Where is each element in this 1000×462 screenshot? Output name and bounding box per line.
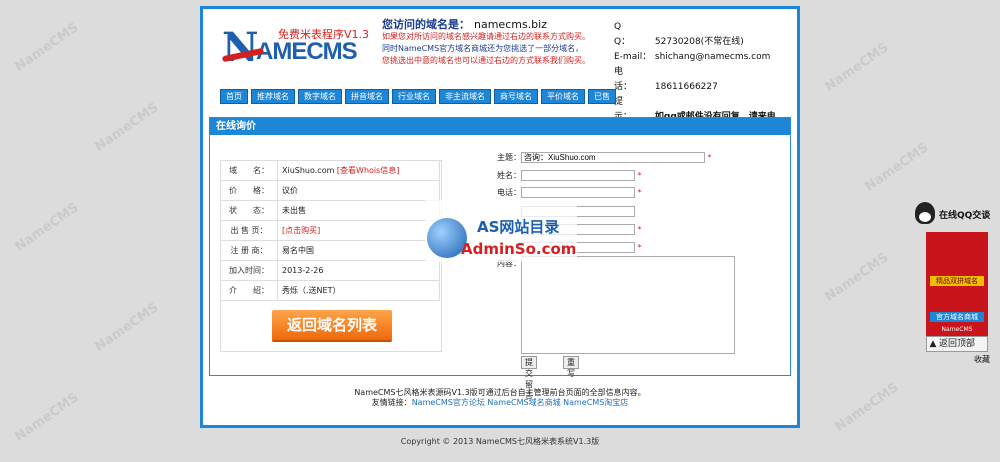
info-key: 出 售 页： [220, 220, 278, 241]
friend-link[interactable]: NameCMS域名商城 [487, 398, 560, 407]
back-to-top-label: 返回顶部 [939, 339, 976, 349]
contact-info: Q Q： 52730208(不常在线) E-mail： shichang@nam… [614, 20, 785, 125]
phone-input[interactable] [521, 187, 635, 198]
ad-label: 精品双拼域名 [930, 276, 984, 286]
info-value: 秀烁（.送NET） [277, 280, 440, 301]
info-value: 议价 [277, 180, 440, 201]
qq-chat-widget[interactable]: 在线QQ交谈 [915, 198, 995, 226]
table-row: 价 格： 议价 [220, 180, 440, 201]
watermark: NameCMS [12, 200, 82, 255]
panel-title: 在线询价 [210, 118, 790, 135]
contact-value: shichang@namecms.com [654, 52, 771, 62]
phone-label: 电话： [497, 188, 521, 197]
nav-item[interactable]: 已售 [588, 89, 616, 104]
table-row: 加入时间： 2013-2-26 [220, 260, 440, 281]
name-input[interactable] [521, 170, 635, 181]
info-key: 加入时间： [220, 260, 278, 281]
name-label: 姓名： [497, 171, 521, 180]
contact-key: 电 话： [614, 67, 642, 92]
ad-label: 官方域名商城 [930, 312, 984, 322]
side-ad[interactable]: 精品双拼域名 官方域名商城 NameCMS [926, 232, 988, 336]
subject-label: 主题： [497, 153, 521, 162]
table-row: 域 名： XiuShuo.com [查看Whois信息] [220, 160, 440, 181]
info-value: 2013-2-26 [277, 260, 440, 281]
watermark: NameCMS [92, 100, 162, 155]
info-key: 域 名： [220, 160, 278, 181]
content-textarea[interactable] [521, 256, 735, 354]
logo-letter: N [222, 24, 259, 71]
contact-value: 18611666227 [654, 82, 718, 92]
reset-button[interactable]: 重写 [563, 356, 579, 378]
watermark: NameCMS [12, 20, 82, 75]
adminso-overlay[interactable]: AS网站目录 AdminSo.com [425, 200, 577, 262]
info-value: XiuShuo.com [282, 166, 335, 175]
table-row: 介 绍： 秀烁（.送NET） [220, 280, 440, 301]
nav-item[interactable]: 推荐域名 [251, 89, 295, 104]
buy-link[interactable]: [点击购买] [282, 226, 320, 235]
favorite-link[interactable]: 收藏 [974, 354, 990, 365]
nav-item[interactable]: 数字域名 [298, 89, 342, 104]
nav-item[interactable]: 非主流域名 [439, 89, 491, 104]
intro-label: 您访问的域名是： [382, 18, 470, 31]
adminso-title: AS网站目录 [477, 218, 560, 236]
penguin-icon [915, 202, 935, 224]
nav-item[interactable]: 平价域名 [541, 89, 585, 104]
watermark: NameCMS [862, 140, 932, 195]
watermark: NameCMS [832, 380, 902, 435]
info-key: 介 绍： [220, 280, 278, 301]
copyright: Copyright © 2013 NameCMS七风格米表系统V1.3版 [400, 437, 600, 446]
watermark: NameCMS [92, 300, 162, 355]
intro-line: 同时NameCMS官方域名商城还为您挑选了一部分域名， [382, 44, 584, 53]
intro-domain: namecms.biz [474, 18, 547, 31]
whois-link[interactable]: [查看Whois信息] [337, 166, 400, 175]
info-key: 注 册 商： [220, 240, 278, 261]
nav-item[interactable]: 拼音域名 [345, 89, 389, 104]
main-nav: 首页 推荐域名 数字域名 拼音域名 行业域名 非主流域名 商号域名 平价域名 已售 [220, 89, 619, 104]
info-value: 易名中国 [277, 240, 440, 261]
logo-subtitle: 免费米表程序V1.3 [278, 28, 370, 41]
table-row: 注 册 商： 易名中国 [220, 240, 440, 261]
logo-name: AMECMS [256, 38, 358, 65]
watermark: NameCMS [822, 40, 892, 95]
nav-item[interactable]: 行业域名 [392, 89, 436, 104]
adminso-url: AdminSo.com [461, 240, 577, 258]
watermark: NameCMS [822, 250, 892, 305]
intro: 您访问的域名是： namecms.biz 如果您对所访问的域名感兴趣请通过右边的联… [382, 19, 612, 67]
links-label: 友情链接： [371, 398, 412, 407]
back-to-top-button[interactable]: ▲ 返回顶部 [926, 336, 988, 352]
intro-line: 您挑选出中意的域名也可以通过右边的方式联系我们购买。 [382, 56, 590, 65]
info-key: 价 格： [220, 180, 278, 201]
intro-line: 如果您对所访问的域名感兴趣请通过右边的联系方式购买。 [382, 32, 590, 41]
subject-input[interactable] [521, 152, 705, 163]
friend-link[interactable]: NameCMS淘宝店 [563, 398, 628, 407]
footer: NameCMS七风格米表源码V1.3版可通过后台自主管理前台页面的全部信息内容。… [200, 388, 800, 408]
contact-value: 52730208(不常在线) [654, 37, 744, 47]
ad-label: NameCMS [941, 326, 973, 333]
domain-info-table: 域 名： XiuShuo.com [查看Whois信息] 价 格： 议价 状 态：未… [220, 160, 440, 301]
table-row: 状 态： 未出售 [220, 200, 440, 221]
site-logo[interactable]: N AMECMS 免费米表程序V1.3 [221, 22, 372, 71]
info-key: 状 态： [220, 200, 278, 221]
qq-chat-label: 在线QQ交谈 [939, 211, 991, 221]
contact-key: Q Q： [614, 22, 640, 47]
contact-key: E-mail： [614, 52, 652, 62]
watermark: NameCMS [12, 390, 82, 445]
info-value: 未出售 [277, 200, 440, 221]
nav-item[interactable]: 商号域名 [494, 89, 538, 104]
back-to-list-button[interactable]: 返回域名列表 [272, 310, 392, 340]
arrow-up-icon: ▲ [929, 339, 937, 349]
submit-button[interactable]: 提交留言 [521, 356, 537, 400]
footer-text: NameCMS七风格米表源码V1.3版可通过后台自主管理前台页面的全部信息内容。 [354, 388, 646, 397]
table-row: 出 售 页： [点击购买] [220, 220, 440, 241]
friend-link[interactable]: NameCMS官方论坛 [412, 398, 485, 407]
nav-item[interactable]: 首页 [220, 89, 248, 104]
